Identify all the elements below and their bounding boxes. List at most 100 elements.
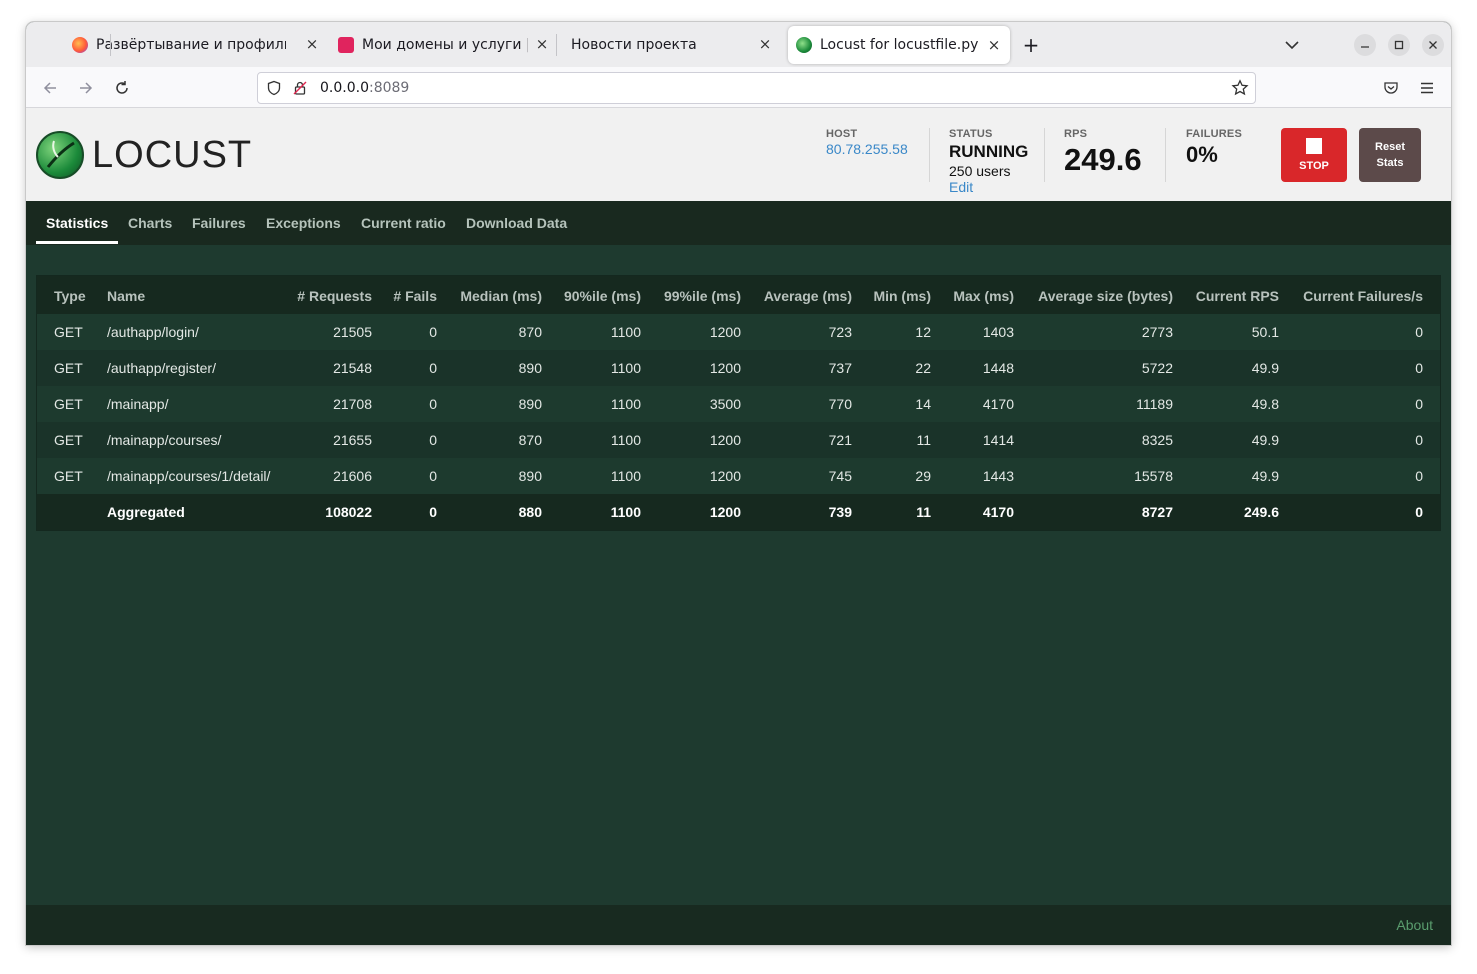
column-header-p99[interactable]: 99%ile (ms) <box>664 288 741 304</box>
column-header-type[interactable]: Type <box>54 288 86 304</box>
column-header-requests[interactable]: # Requests <box>297 288 372 304</box>
active-tab-indicator <box>36 241 118 244</box>
tab-title: Мои домены и услуги | R <box>362 36 528 53</box>
menu-icon[interactable] <box>1419 80 1435 96</box>
tab-domains[interactable]: Мои домены и услуги | R × <box>338 22 548 67</box>
locust-header: LOCUST HOST 80.78.255.58 STATUS RUNNING … <box>26 108 1451 201</box>
pocket-icon[interactable] <box>1383 80 1399 96</box>
cell-requests: 108022 <box>325 504 372 520</box>
cell-p99: 1200 <box>709 468 741 484</box>
edit-link[interactable]: Edit <box>949 179 1028 195</box>
tab-download-data[interactable]: Download Data <box>466 215 567 231</box>
failures-stat: FAILURES 0% <box>1186 128 1242 168</box>
cell-median: 880 <box>518 504 542 520</box>
new-tab-button[interactable]: + <box>1020 22 1042 67</box>
minimize-button[interactable] <box>1354 34 1376 56</box>
url-bar[interactable]: 0.0.0.0:8089 <box>257 72 1256 104</box>
close-window-button[interactable] <box>1422 34 1444 56</box>
tab-statistics[interactable]: Statistics <box>46 215 108 231</box>
cell-p99: 1200 <box>709 324 741 340</box>
reset-label: Reset <box>1375 141 1405 153</box>
column-header-current-failures[interactable]: Current Failures/s <box>1303 288 1423 304</box>
cell-max: 1403 <box>982 324 1014 340</box>
tab-exceptions[interactable]: Exceptions <box>266 215 341 231</box>
column-header-p90[interactable]: 90%ile (ms) <box>564 288 641 304</box>
tab-failures[interactable]: Failures <box>192 215 246 231</box>
column-header-current-rps[interactable]: Current RPS <box>1196 288 1279 304</box>
domain-icon <box>338 36 354 53</box>
star-icon[interactable] <box>1231 79 1249 97</box>
column-header-min[interactable]: Min (ms) <box>873 288 931 304</box>
cell-name: /authapp/register/ <box>107 360 216 376</box>
cell-current-failures: 0 <box>1415 504 1423 520</box>
cell-average: 770 <box>828 396 852 412</box>
column-header-median[interactable]: Median (ms) <box>460 288 542 304</box>
host-label: HOST <box>826 128 858 140</box>
cell-average: 745 <box>828 468 852 484</box>
stop-icon <box>1306 138 1322 154</box>
cell-current-rps: 50.1 <box>1251 324 1279 340</box>
reload-button[interactable] <box>110 76 134 100</box>
column-header-fails[interactable]: # Fails <box>393 288 437 304</box>
cell-current-rps: 249.6 <box>1243 504 1279 520</box>
cell-current-failures: 0 <box>1415 432 1423 448</box>
cell-avg-size: 8325 <box>1141 432 1173 448</box>
back-button[interactable] <box>38 76 62 100</box>
tab-list-button[interactable] <box>1282 22 1302 67</box>
cell-p90: 1100 <box>610 360 641 376</box>
cell-avg-size: 2773 <box>1141 324 1173 340</box>
stop-button[interactable]: STOP <box>1281 128 1347 182</box>
navigation-bar: 0.0.0.0:8089 <box>26 67 1451 108</box>
host-stat: HOST 80.78.255.58 <box>826 128 908 157</box>
tab-deploy[interactable]: Развёртывание и профили × <box>72 22 318 67</box>
status-value: RUNNING <box>949 142 1029 161</box>
close-icon[interactable]: × <box>757 36 773 52</box>
rps-value: 249.6 <box>1064 142 1142 177</box>
failures-label: FAILURES <box>1186 128 1242 140</box>
shield-icon <box>267 80 281 96</box>
maximize-button[interactable] <box>1388 34 1410 56</box>
cell-requests: 21655 <box>333 432 372 448</box>
cell-median: 890 <box>518 360 542 376</box>
reset-label-stats: Stats <box>1376 157 1404 169</box>
cell-current-failures: 0 <box>1415 360 1423 376</box>
column-header-average[interactable]: Average (ms) <box>764 288 852 304</box>
close-icon[interactable]: × <box>534 36 550 52</box>
close-icon[interactable]: × <box>304 36 320 52</box>
cell-requests: 21505 <box>333 324 372 340</box>
cell-name: /mainapp/ <box>107 396 169 412</box>
close-icon <box>1429 41 1437 49</box>
tab-locust[interactable]: Locust for locustfile.py × <box>788 26 1010 64</box>
close-icon[interactable]: × <box>986 37 1002 53</box>
cell-type: GET <box>54 324 83 340</box>
cell-p99: 3500 <box>709 396 741 412</box>
tab-title: Развёртывание и профили <box>96 36 286 53</box>
table-row: GET/authapp/register/21548 0 890 1100 1200 73… <box>37 350 1440 386</box>
tab-news[interactable]: Новости проекта × <box>571 22 781 67</box>
cell-type: GET <box>54 432 83 448</box>
tab-charts[interactable]: Charts <box>128 215 172 231</box>
cell-requests: 21606 <box>333 468 372 484</box>
cell-max: 1448 <box>982 360 1014 376</box>
reset-stats-button[interactable]: Reset Stats <box>1359 128 1421 182</box>
url-text[interactable]: 0.0.0.0:8089 <box>320 80 409 96</box>
cell-p90: 1100 <box>610 432 641 448</box>
browser-window: Развёртывание и профили × Мои домены и у… <box>26 22 1451 945</box>
cell-p90: 1100 <box>610 468 641 484</box>
logo-text: LOCUST <box>92 134 253 176</box>
column-header-avg-size[interactable]: Average size (bytes) <box>1038 288 1173 304</box>
cell-name: /mainapp/courses/ <box>107 432 222 448</box>
maximize-icon <box>1394 40 1404 50</box>
column-header-max[interactable]: Max (ms) <box>953 288 1014 304</box>
cell-type: GET <box>54 396 83 412</box>
insecure-lock-icon[interactable] <box>292 80 308 96</box>
arrow-left-icon <box>43 82 56 94</box>
forward-button[interactable] <box>74 76 98 100</box>
column-header-name[interactable]: Name <box>107 288 145 304</box>
cell-p99: 1200 <box>709 432 741 448</box>
footer: About <box>26 905 1451 945</box>
table-row: GET/authapp/login/21505 0 870 1100 1200 723 12… <box>37 314 1440 350</box>
tab-current-ratio[interactable]: Current ratio <box>361 215 446 231</box>
about-link[interactable]: About <box>1396 917 1433 933</box>
reload-icon <box>116 81 128 94</box>
